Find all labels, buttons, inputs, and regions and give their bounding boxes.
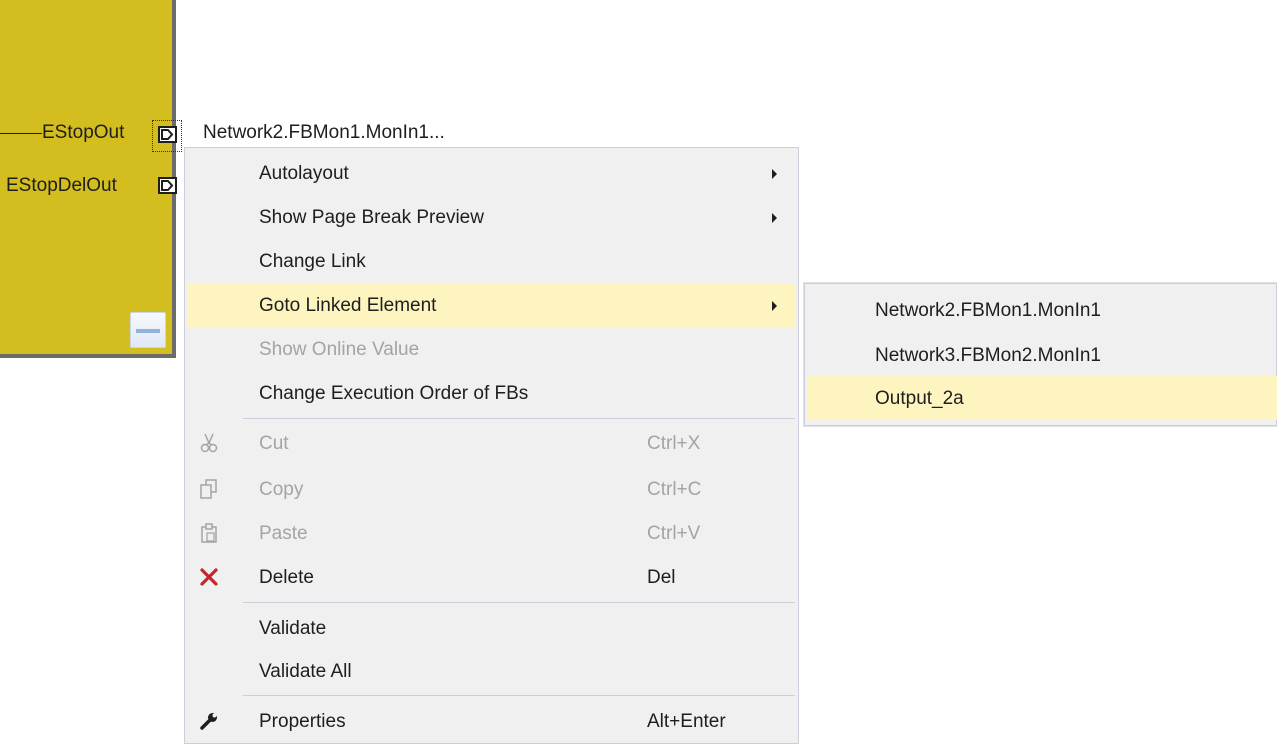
menu-item-delete[interactable]: Delete Del (187, 555, 796, 599)
menu-item-label: Validate All (259, 661, 352, 682)
goto-linked-element-submenu: Network2.FBMon1.MonIn1 Network3.FBMon2.M… (804, 283, 1277, 426)
menu-item-goto-linked-element[interactable]: Goto Linked Element (187, 283, 796, 327)
link-target-label[interactable]: Network2.FBMon1.MonIn1... (203, 122, 445, 144)
menu-item-show-online-value[interactable]: Show Online Value (187, 327, 796, 371)
paste-icon (197, 521, 221, 545)
menu-item-validate-all[interactable]: Validate All (187, 649, 796, 693)
submenu-item-label: Output_2a (875, 388, 964, 409)
menu-item-label: Copy (259, 479, 304, 500)
menu-item-copy[interactable]: Copy Ctrl+C (187, 467, 796, 511)
menu-item-label: Delete (259, 567, 314, 588)
menu-separator (243, 602, 795, 603)
menu-item-properties[interactable]: Properties Alt+Enter (187, 699, 796, 743)
menu-item-autolayout[interactable]: Autolayout (187, 151, 796, 195)
menu-item-shortcut: Ctrl+V (647, 523, 701, 544)
output-pin-icon[interactable] (158, 177, 177, 194)
menu-separator (243, 418, 795, 419)
submenu-item-label: Network2.FBMon1.MonIn1 (875, 300, 1101, 321)
menu-item-change-link[interactable]: Change Link (187, 239, 796, 283)
submenu-arrow-icon (772, 169, 777, 179)
menu-item-change-execution-order[interactable]: Change Execution Order of FBs (187, 371, 796, 415)
menu-item-shortcut: Alt+Enter (647, 711, 726, 732)
submenu-item-network2[interactable]: Network2.FBMon1.MonIn1 (807, 288, 1277, 332)
connection-line (0, 133, 42, 134)
menu-item-label: Cut (259, 433, 289, 454)
wrench-icon (197, 709, 221, 733)
pin-label-estopdelout: EStopDelOut (6, 175, 117, 196)
delete-x-icon (197, 565, 221, 589)
copy-icon (197, 477, 221, 501)
menu-item-label: Change Execution Order of FBs (259, 383, 529, 404)
scissors-icon (197, 431, 221, 455)
menu-item-label: Validate (259, 618, 327, 639)
menu-item-paste[interactable]: Paste Ctrl+V (187, 511, 796, 555)
menu-item-label: Properties (259, 711, 346, 732)
context-menu: Autolayout Show Page Break Preview Chang… (184, 147, 799, 744)
pin-label-estopout: EStopOut (42, 122, 125, 143)
menu-item-validate[interactable]: Validate (187, 606, 796, 650)
submenu-arrow-icon (772, 301, 777, 311)
menu-item-label: Show Page Break Preview (259, 207, 484, 228)
menu-item-shortcut: Del (647, 567, 676, 588)
submenu-item-network3[interactable]: Network3.FBMon2.MonIn1 (807, 333, 1277, 377)
menu-item-label: Paste (259, 523, 308, 544)
menu-item-cut[interactable]: Cut Ctrl+X (187, 421, 796, 465)
menu-item-label: Goto Linked Element (259, 295, 437, 316)
menu-item-show-page-break-preview[interactable]: Show Page Break Preview (187, 195, 796, 239)
submenu-item-output-2a[interactable]: Output_2a (807, 376, 1277, 420)
menu-item-shortcut: Ctrl+C (647, 479, 702, 500)
menu-item-label: Change Link (259, 251, 366, 272)
output-pin-icon[interactable] (158, 126, 177, 143)
submenu-arrow-icon (772, 213, 777, 223)
menu-item-label: Show Online Value (259, 339, 420, 360)
collapse-block-button[interactable] (130, 312, 166, 348)
menu-separator (243, 695, 795, 696)
menu-item-label: Autolayout (259, 163, 349, 184)
submenu-item-label: Network3.FBMon2.MonIn1 (875, 345, 1101, 366)
menu-item-shortcut: Ctrl+X (647, 433, 701, 454)
